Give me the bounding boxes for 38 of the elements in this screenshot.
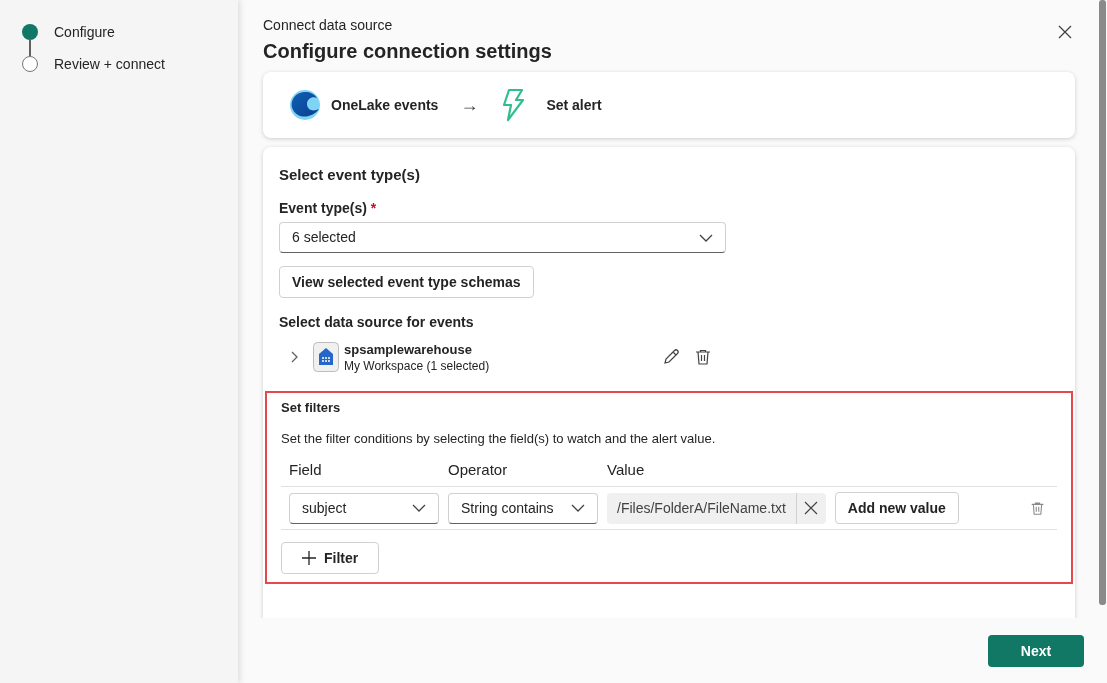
add-filter-button[interactable]: Filter: [281, 542, 380, 574]
field-label: Event type(s): [279, 200, 367, 216]
column-header: Field: [289, 460, 323, 480]
flow-arrow: →: [460, 93, 479, 117]
data-source-detail: My Workspace (1 selected): [344, 357, 491, 374]
plus-icon: [302, 551, 316, 565]
dialog-title: Configure connection settings: [263, 39, 552, 64]
pencil-icon[interactable]: [662, 348, 680, 366]
lightning-icon: [500, 88, 527, 122]
step-label[interactable]: Configure: [54, 24, 115, 40]
section-title: Set filters: [281, 399, 342, 417]
add-value-button[interactable]: Add new value: [834, 492, 959, 524]
column-header: Value: [607, 460, 646, 480]
lake-icon: [289, 89, 321, 121]
warehouse-icon: [313, 342, 339, 372]
section-title: Select data source for events: [279, 313, 475, 331]
close-icon[interactable]: [1057, 24, 1073, 40]
step-label[interactable]: Review + connect: [54, 56, 165, 72]
filter-description: Set the filter conditions by selecting the field(s) to watch and the alert value.: [281, 430, 717, 448]
chevron-down-icon: [699, 233, 713, 242]
event-type-dropdown[interactable]: 6 selected: [279, 222, 726, 253]
source-label: OneLake events: [331, 95, 439, 115]
column-header: Operator: [448, 460, 509, 480]
trash-icon[interactable]: [694, 348, 712, 366]
section-title: Select event type(s): [279, 165, 421, 185]
chevron-down-icon: [412, 504, 426, 512]
data-source-name: spsamplewarehouse: [344, 340, 473, 358]
chevron-icon[interactable]: [289, 351, 299, 363]
dialog-subtitle: Connect data source: [263, 16, 394, 34]
next-button[interactable]: Next: [988, 635, 1084, 667]
target-label: Set alert: [546, 95, 602, 115]
chevron-down-icon: [571, 504, 585, 512]
operator-dropdown[interactable]: String contains: [448, 492, 598, 524]
required-mark: *: [370, 200, 377, 216]
field-dropdown[interactable]: subject: [289, 492, 439, 524]
scrollbar[interactable]: [1099, 0, 1106, 605]
view-schemas-button[interactable]: View selected event type schemas: [279, 266, 534, 298]
value-text: /Files/FolderA/FileName.txt: [616, 498, 787, 518]
